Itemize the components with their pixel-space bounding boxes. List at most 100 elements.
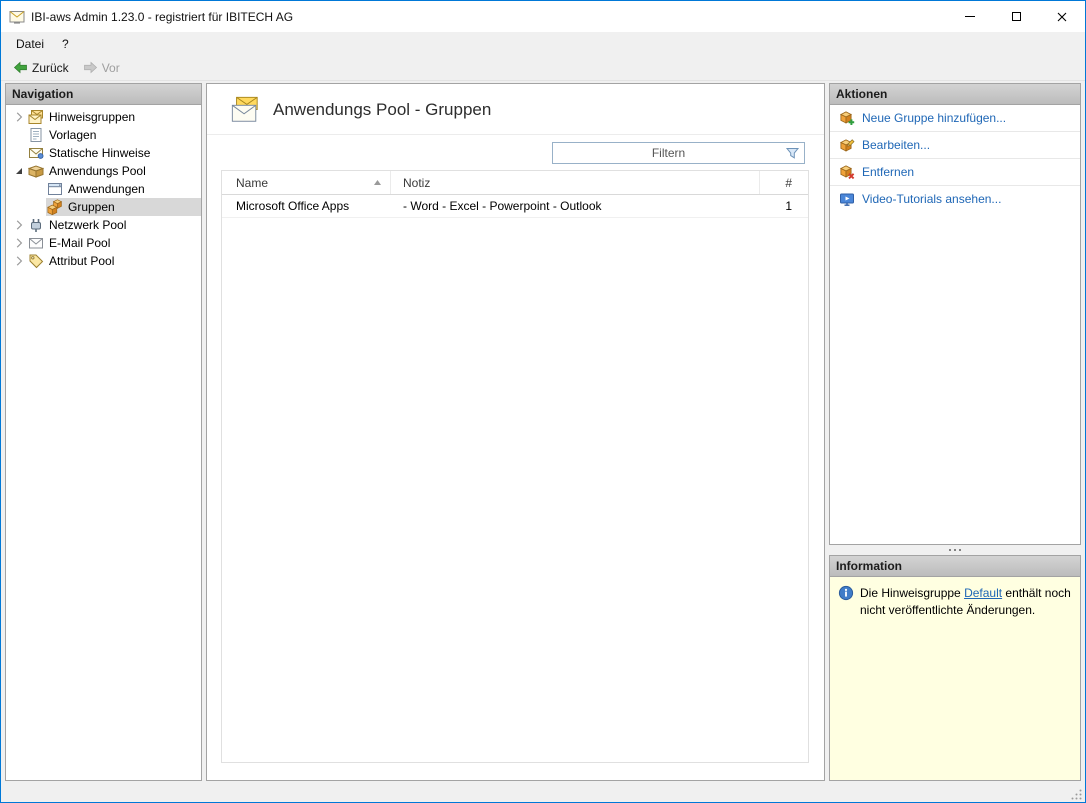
- table-header-row: Name Notiz #: [222, 171, 808, 195]
- sidebar-item-label: Anwendungen: [68, 182, 145, 196]
- table-empty-area: [222, 218, 808, 762]
- splitter-dot: [954, 549, 956, 551]
- info-text-before: Die Hinweisgruppe: [860, 586, 965, 600]
- sidebar-item-gruppen[interactable]: Gruppen: [6, 198, 201, 216]
- templates-icon: [30, 128, 42, 142]
- sidebar-item-label: Statische Hinweise: [49, 146, 151, 160]
- sidebar-item-label: Netzwerk Pool: [49, 218, 127, 232]
- cell-count: 1: [785, 199, 792, 213]
- groups-table: Name Notiz # Microsoft Office Apps - Wor…: [221, 170, 809, 763]
- chevron-right-icon[interactable]: [11, 109, 27, 125]
- back-button[interactable]: Zurück: [7, 58, 75, 77]
- table-row[interactable]: Microsoft Office Apps - Word - Excel - P…: [222, 195, 808, 218]
- app-icon: [9, 10, 25, 24]
- information-body: Die Hinweisgruppe Default enthält noch n…: [830, 577, 1080, 780]
- right-column: Aktionen Neue Gruppe hinzufügen... Bearb…: [829, 83, 1081, 781]
- cell-name: Microsoft Office Apps: [236, 199, 350, 213]
- chevron-right-icon[interactable]: [11, 217, 27, 233]
- sidebar-item-hinweisgruppen[interactable]: Hinweisgruppen: [6, 108, 201, 126]
- splitter-dot: [959, 549, 961, 551]
- action-add-group[interactable]: Neue Gruppe hinzufügen...: [830, 105, 1080, 132]
- menu-help[interactable]: ?: [53, 34, 78, 54]
- forward-button[interactable]: Vor: [77, 58, 126, 77]
- action-label: Entfernen: [862, 165, 915, 179]
- add-group-icon: [840, 111, 855, 125]
- sidebar-item-statische-hinweise[interactable]: Statische Hinweise: [6, 144, 201, 162]
- status-bar: [1, 784, 1085, 802]
- information-header: Information: [830, 556, 1080, 577]
- close-icon: [1057, 12, 1067, 21]
- network-pool-icon: [31, 219, 41, 232]
- email-pool-icon: [29, 238, 43, 249]
- sidebar-item-vorlagen[interactable]: Vorlagen: [6, 126, 201, 144]
- edit-group-icon: [840, 139, 855, 152]
- page-title: Anwendungs Pool - Gruppen: [273, 100, 492, 119]
- action-video-tutorials[interactable]: Video-Tutorials ansehen...: [830, 186, 1080, 212]
- action-remove[interactable]: Entfernen: [830, 159, 1080, 186]
- column-header-notiz[interactable]: Notiz: [391, 171, 760, 194]
- sidebar-item-label: Attribut Pool: [49, 254, 115, 268]
- selected-tree-item: Gruppen: [46, 198, 201, 216]
- column-label: Notiz: [403, 175, 431, 190]
- video-tutorials-icon: [840, 193, 854, 206]
- sidebar-item-netzwerk-pool[interactable]: Netzwerk Pool: [6, 216, 201, 234]
- filter-input[interactable]: [553, 143, 784, 163]
- column-label: Name: [236, 175, 269, 190]
- sidebar-item-attribut-pool[interactable]: Attribut Pool: [6, 252, 201, 270]
- main-panel: Anwendungs Pool - Gruppen Name: [206, 83, 825, 781]
- actions-header: Aktionen: [830, 84, 1080, 105]
- action-edit[interactable]: Bearbeiten...: [830, 132, 1080, 159]
- sidebar-item-label: Gruppen: [68, 200, 115, 214]
- sidebar-item-label: Anwendungs Pool: [49, 164, 146, 178]
- action-label: Video-Tutorials ansehen...: [862, 192, 1002, 206]
- column-header-count[interactable]: #: [760, 171, 808, 194]
- filter-row: [207, 135, 824, 170]
- back-arrow-icon: [13, 61, 27, 74]
- panel-splitter[interactable]: [829, 545, 1081, 555]
- navigation-panel: Navigation Hinweisgruppen Vorlagen Stati…: [5, 83, 202, 781]
- back-button-label: Zurück: [32, 60, 69, 75]
- window-controls: [947, 1, 1085, 32]
- actions-panel: Aktionen Neue Gruppe hinzufügen... Bearb…: [829, 83, 1081, 545]
- title-bar: IBI-aws Admin 1.23.0 - registriert für I…: [1, 1, 1085, 32]
- cell-notiz: - Word - Excel - Powerpoint - Outlook: [403, 199, 602, 213]
- notice-groups-icon: [28, 110, 43, 124]
- menu-bar: Datei ?: [1, 32, 1085, 55]
- forward-arrow-icon: [83, 61, 97, 74]
- close-button[interactable]: [1039, 1, 1085, 32]
- static-notices-icon: [29, 148, 44, 159]
- maximize-button[interactable]: [993, 1, 1039, 32]
- sidebar-item-label: Hinweisgruppen: [49, 110, 136, 124]
- default-group-link[interactable]: Default: [964, 586, 1002, 600]
- minimize-icon: [965, 16, 975, 17]
- sidebar-item-anwendungs-pool[interactable]: Anwendungs Pool: [6, 162, 201, 180]
- navigation-header: Navigation: [6, 84, 201, 105]
- application-pool-icon: [28, 165, 44, 178]
- information-panel: Information Die Hinweisgruppe Default en…: [829, 555, 1081, 781]
- information-text: Die Hinweisgruppe Default enthält noch n…: [860, 585, 1072, 619]
- column-label: #: [785, 175, 792, 190]
- menu-datei[interactable]: Datei: [7, 34, 53, 54]
- chevron-expanded-icon[interactable]: [11, 163, 27, 179]
- chevron-right-icon[interactable]: [11, 235, 27, 251]
- sort-asc-icon: [374, 180, 381, 185]
- sidebar-item-label: E-Mail Pool: [49, 236, 111, 250]
- chevron-right-icon[interactable]: [11, 253, 27, 269]
- groups-page-icon: [231, 96, 258, 122]
- navigation-tree: Hinweisgruppen Vorlagen Statische Hinwei…: [6, 105, 201, 780]
- column-header-name[interactable]: Name: [222, 171, 391, 194]
- window-title: IBI-aws Admin 1.23.0 - registriert für I…: [31, 9, 294, 24]
- app-window: IBI-aws Admin 1.23.0 - registriert für I…: [0, 0, 1086, 803]
- sidebar-item-label: Vorlagen: [49, 128, 97, 142]
- applications-icon: [48, 183, 62, 195]
- forward-button-label: Vor: [101, 60, 120, 75]
- action-label: Bearbeiten...: [862, 138, 931, 152]
- maximize-icon: [1011, 12, 1021, 21]
- sidebar-item-email-pool[interactable]: E-Mail Pool: [6, 234, 201, 252]
- resize-grip-icon[interactable]: [1069, 787, 1083, 801]
- sidebar-item-anwendungen[interactable]: Anwendungen: [6, 180, 201, 198]
- filter-funnel-icon[interactable]: [784, 145, 801, 161]
- action-label: Neue Gruppe hinzufügen...: [862, 111, 1007, 125]
- minimize-button[interactable]: [947, 1, 993, 32]
